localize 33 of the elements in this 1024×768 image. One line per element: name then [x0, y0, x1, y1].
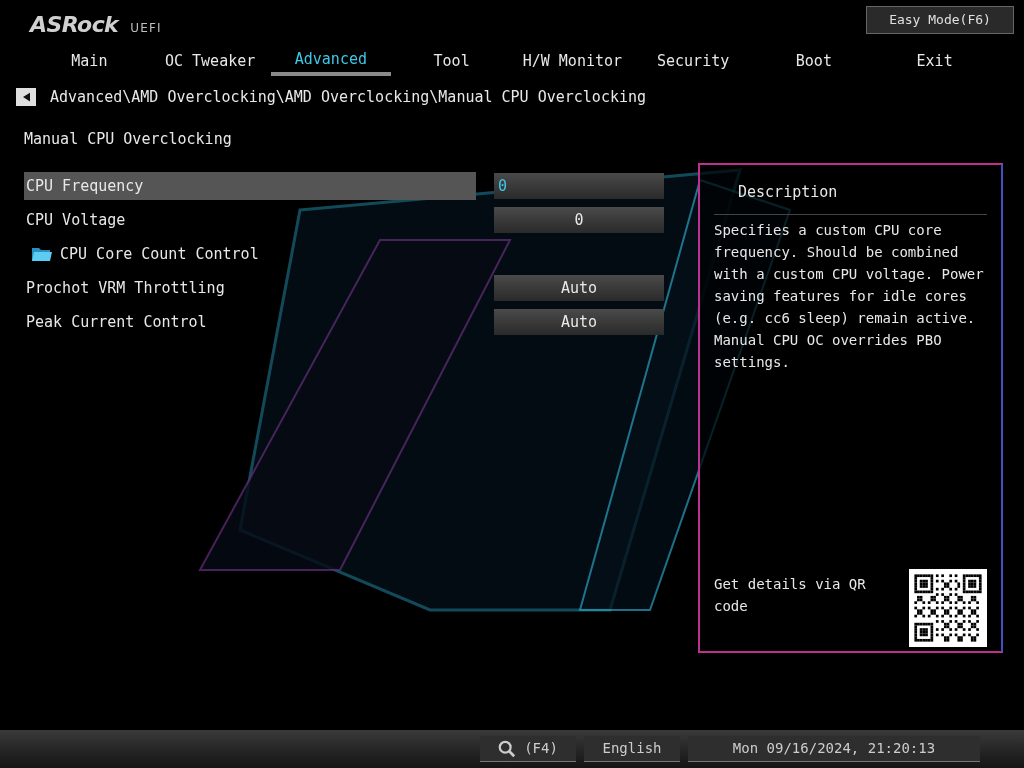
setting-label[interactable]: Peak Current Control [24, 308, 476, 336]
description-text: Specifies a custom CPU core frequency. Should be combined with a custom CPU voltage. Power saving features for idle cores (e.g. cc6 sleep) remain active. Manual CPU OC overrides PBO settings. [714, 220, 985, 372]
qr-caption: Get details via QR code [714, 575, 867, 616]
setting-label[interactable]: Prochot VRM Throttling [24, 274, 476, 302]
setting-label[interactable]: CPU Voltage [24, 206, 476, 234]
language-button[interactable]: English [584, 736, 680, 762]
nav-tab[interactable]: Exit [874, 46, 995, 76]
setting-value-field[interactable]: Auto [494, 275, 664, 301]
submenu-link[interactable]: CPU Core Count Control [60, 242, 259, 266]
brand-logo: ASRock [30, 11, 119, 39]
folder-icon [32, 246, 52, 262]
nav-tab[interactable]: OC Tweaker [149, 46, 271, 76]
setting-value-field[interactable]: 0 [494, 173, 664, 199]
back-arrow-icon [22, 92, 30, 102]
nav-tab[interactable]: Boot [753, 46, 875, 76]
nav-tab[interactable]: H/W Monitor [512, 46, 633, 76]
search-icon [498, 739, 517, 758]
nav-tab[interactable]: Main [29, 46, 150, 76]
nav-tab[interactable]: Security [632, 46, 754, 76]
easy-mode-button[interactable]: Easy Mode(F6) [866, 6, 1014, 34]
qr-code-icon [909, 569, 987, 647]
page-title: Manual CPU Overclocking [24, 129, 233, 150]
nav-tab[interactable]: Advanced [270, 46, 392, 76]
setting-value-field[interactable]: Auto [494, 309, 664, 335]
setting-label[interactable]: CPU Frequency [24, 172, 476, 200]
nav-tab[interactable]: Tool [391, 46, 512, 76]
date-time: Mon 09/16/2024, 21:20:13 [688, 736, 980, 762]
search-button[interactable]: (F4) [480, 736, 576, 762]
setting-value-field[interactable]: 0 [494, 207, 664, 233]
back-button[interactable] [16, 88, 36, 106]
logo-suffix: UEFI [130, 20, 162, 37]
breadcrumb: Advanced\AMD Overclocking\AMD Overclocking\Manual CPU Overclocking [50, 86, 647, 108]
description-title: Description [714, 165, 987, 215]
